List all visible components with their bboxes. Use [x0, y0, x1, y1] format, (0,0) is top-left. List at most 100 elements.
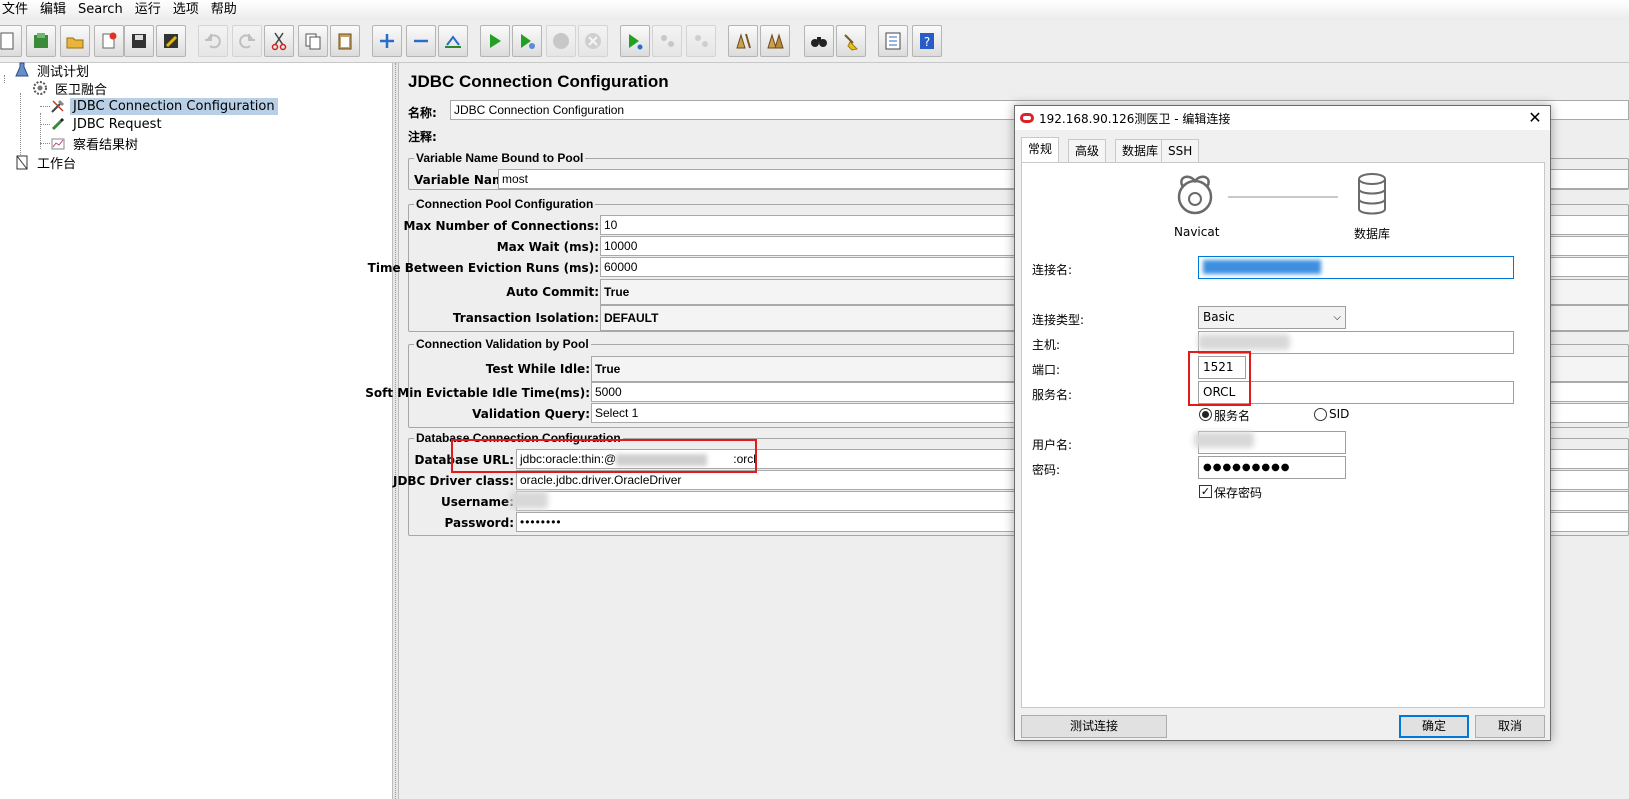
cut-button[interactable] [264, 25, 294, 57]
test-plan-tree: 测试计划 医卫融合 JDBC Connection Configuration … [0, 61, 392, 799]
menu-help[interactable]: 帮助 [205, 0, 243, 20]
expand-button[interactable] [372, 25, 402, 57]
redacted-username [510, 491, 548, 509]
clear-all-button[interactable] [760, 25, 790, 57]
connection-name-input[interactable] [1198, 256, 1514, 279]
redo-icon [239, 34, 255, 49]
pool-group-legend: Connection Pool Configuration [414, 197, 596, 211]
remote-start-icon [629, 34, 643, 50]
undo-icon [205, 34, 221, 49]
save-as-button[interactable] [156, 25, 186, 57]
cut-icon [271, 32, 287, 51]
connection-type-select[interactable]: Basic ⌵ [1198, 306, 1346, 329]
close-button[interactable] [94, 25, 124, 57]
tree-node-results-tree[interactable]: 察看结果树 [50, 134, 141, 153]
shutdown-icon [585, 33, 601, 49]
new-button[interactable] [0, 25, 22, 57]
search-button[interactable] [804, 25, 834, 57]
database-label: 数据库 [1354, 227, 1391, 241]
tree-node-thread-group[interactable]: 医卫融合 [32, 79, 110, 98]
validation-query-label: Validation Query: [472, 407, 590, 421]
function-helper-button[interactable] [878, 25, 908, 57]
start-no-pause-icon [521, 34, 535, 49]
service-name-input[interactable]: ORCL [1198, 381, 1514, 404]
tab-general[interactable]: 常规 [1021, 137, 1060, 163]
variable-group-legend: Variable Name Bound to Pool [414, 151, 586, 165]
function-helper-icon [885, 32, 901, 50]
undo-button[interactable] [198, 25, 228, 57]
save-button[interactable] [124, 25, 154, 57]
tree-node-jdbc-config[interactable]: JDBC Connection Configuration [50, 97, 278, 115]
password-input[interactable]: ●●●●●●●●● [1198, 456, 1346, 479]
remote-stop-icon [661, 35, 674, 47]
new-file-icon [0, 32, 14, 50]
wrench-icon [51, 100, 64, 113]
reset-search-button[interactable] [836, 25, 866, 57]
split-pane-divider[interactable] [392, 63, 399, 799]
gear-icon [33, 81, 47, 95]
service-name-radio[interactable] [1199, 408, 1212, 421]
tree-node-workbench[interactable]: 工作台 [14, 153, 79, 172]
remote-shutdown-button[interactable] [686, 25, 716, 57]
tree-node-jdbc-request[interactable]: JDBC Request [50, 115, 165, 133]
database-url-label: Database URL: [414, 453, 514, 467]
templates-icon [34, 33, 48, 48]
clear-button[interactable] [728, 25, 758, 57]
paste-button[interactable] [330, 25, 360, 57]
soft-min-idle-label: Soft Min Evictable Idle Time(ms): [365, 386, 590, 400]
remote-start-button[interactable] [620, 25, 650, 57]
cancel-button[interactable]: 取消 [1475, 715, 1545, 738]
close-file-icon [102, 32, 117, 49]
ok-button[interactable]: 确定 [1399, 715, 1469, 738]
oracle-icon [1020, 113, 1034, 123]
save-password-label: 保存密码 [1214, 486, 1263, 500]
tree-label-results-tree: 察看结果树 [73, 137, 139, 153]
svg-text:?: ? [924, 35, 930, 49]
tab-advanced[interactable]: 高级 [1068, 139, 1107, 162]
menu-run[interactable]: 运行 [129, 0, 167, 20]
menu-bar: 文件 编辑 Search 运行 选项 帮助 [0, 0, 1629, 20]
redacted-username-value [1194, 432, 1254, 448]
tree-node-test-plan[interactable]: 测试计划 [14, 61, 92, 80]
start-no-pause-button[interactable] [512, 25, 542, 57]
sid-radio[interactable] [1314, 408, 1327, 421]
toggle-button[interactable] [438, 25, 468, 57]
templates-button[interactable] [26, 25, 56, 57]
sid-radio-label: SID [1329, 407, 1350, 421]
copy-button[interactable] [298, 25, 328, 57]
collapse-button[interactable] [406, 25, 436, 57]
database-url-suffix: :orcl [733, 452, 756, 466]
password-label: Password: [444, 516, 515, 530]
open-button[interactable] [60, 25, 90, 57]
port-input[interactable]: 1521 [1198, 356, 1246, 379]
menu-options[interactable]: 选项 [167, 0, 205, 20]
page-title: JDBC Connection Configuration [408, 72, 669, 91]
stop-button[interactable] [546, 25, 576, 57]
port-label: 端口: [1032, 363, 1061, 377]
start-button[interactable] [480, 25, 510, 57]
redo-button[interactable] [232, 25, 262, 57]
chevron-down-icon: ⌵ [1333, 312, 1341, 323]
connection-type-label: 连接类型: [1032, 313, 1085, 327]
max-wait-label: Max Wait (ms): [496, 240, 599, 254]
test-while-idle-label: Test While Idle: [485, 362, 590, 376]
menu-edit[interactable]: 编辑 [34, 0, 72, 20]
tree-label-thread-group: 医卫融合 [55, 82, 108, 98]
shutdown-button[interactable] [578, 25, 608, 57]
tab-database[interactable]: 数据库 [1115, 139, 1166, 162]
help-button[interactable]: ? [912, 25, 942, 57]
comment-label: 注释: [408, 130, 437, 144]
save-password-checkbox[interactable]: ✓ [1199, 485, 1212, 498]
reset-search-icon [844, 34, 859, 51]
dialog-titlebar[interactable]: 192.168.90.126测医卫 - 编辑连接 ✕ [1015, 106, 1550, 130]
test-connection-button[interactable]: 测试连接 [1021, 715, 1167, 738]
remote-stop-button[interactable] [652, 25, 682, 57]
tab-ssh[interactable]: SSH [1161, 139, 1200, 162]
menu-file[interactable]: 文件 [0, 0, 34, 20]
close-icon[interactable]: ✕ [1526, 109, 1544, 127]
toggle-icon [445, 35, 461, 48]
workbench-icon [16, 155, 28, 170]
menu-search[interactable]: Search [72, 0, 129, 20]
save-as-icon [164, 34, 178, 48]
expand-icon [380, 34, 394, 48]
